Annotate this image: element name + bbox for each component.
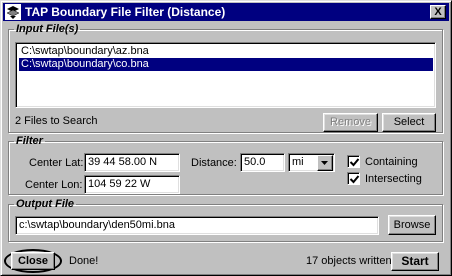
title-bar[interactable]: TAP Boundary File Filter (Distance) X xyxy=(3,3,449,21)
list-item-selected[interactable]: C:\swtap\boundary\co.bna xyxy=(19,58,433,71)
input-files-list[interactable]: C:\swtap\boundary\az.bna C:\swtap\bounda… xyxy=(15,42,436,108)
distance-input[interactable]: 50.0 xyxy=(240,153,285,172)
close-button[interactable]: Close xyxy=(11,252,55,270)
chevron-down-icon xyxy=(321,161,328,165)
close-icon: X xyxy=(434,6,442,18)
remove-button[interactable]: Remove xyxy=(323,113,378,132)
center-lat-label: Center Lat: xyxy=(29,157,84,169)
checkmark-icon xyxy=(349,158,360,167)
center-lon-value: 104 59 22 W xyxy=(88,178,151,190)
unit-value: mi xyxy=(292,156,304,168)
output-file-legend: Output File xyxy=(16,198,75,210)
app-icon xyxy=(5,4,21,20)
center-lon-label: Center Lon: xyxy=(25,179,83,191)
distance-value: 50.0 xyxy=(244,156,266,168)
intersecting-checkbox[interactable] xyxy=(347,172,360,185)
distance-label: Distance: xyxy=(191,157,237,169)
center-lon-input[interactable]: 104 59 22 W xyxy=(84,175,180,194)
list-item[interactable]: C:\swtap\boundary\az.bna xyxy=(19,45,433,58)
window-close-button[interactable]: X xyxy=(430,5,446,19)
output-file-input[interactable]: c:\swtap\boundary\den50mi.bna xyxy=(15,216,379,235)
input-files-legend: Input File(s) xyxy=(16,23,79,35)
containing-label: Containing xyxy=(365,156,418,168)
output-file-path: c:\swtap\boundary\den50mi.bna xyxy=(19,219,175,231)
unit-dropdown-button[interactable] xyxy=(317,155,333,171)
files-count-text: 2 Files to Search xyxy=(15,115,98,127)
objects-written-text: 17 objects written xyxy=(306,255,392,267)
filter-legend: Filter xyxy=(16,135,43,147)
start-button[interactable]: Start xyxy=(391,252,439,271)
window-title: TAP Boundary File Filter (Distance) xyxy=(25,5,226,19)
unit-select[interactable]: mi xyxy=(288,153,335,172)
file-path: C:\swtap\boundary\co.bna xyxy=(21,58,149,70)
file-path: C:\swtap\boundary\az.bna xyxy=(21,45,149,57)
status-text: Done! xyxy=(69,255,99,267)
containing-checkbox[interactable] xyxy=(347,155,360,168)
checkmark-icon xyxy=(349,175,360,184)
select-button[interactable]: Select xyxy=(382,113,436,132)
tap-boundary-filter-window: TAP Boundary File Filter (Distance) X In… xyxy=(0,0,452,276)
intersecting-label: Intersecting xyxy=(365,173,422,185)
center-lat-input[interactable]: 39 44 58.00 N xyxy=(84,153,180,172)
center-lat-value: 39 44 58.00 N xyxy=(88,156,158,168)
browse-button[interactable]: Browse xyxy=(388,215,436,235)
